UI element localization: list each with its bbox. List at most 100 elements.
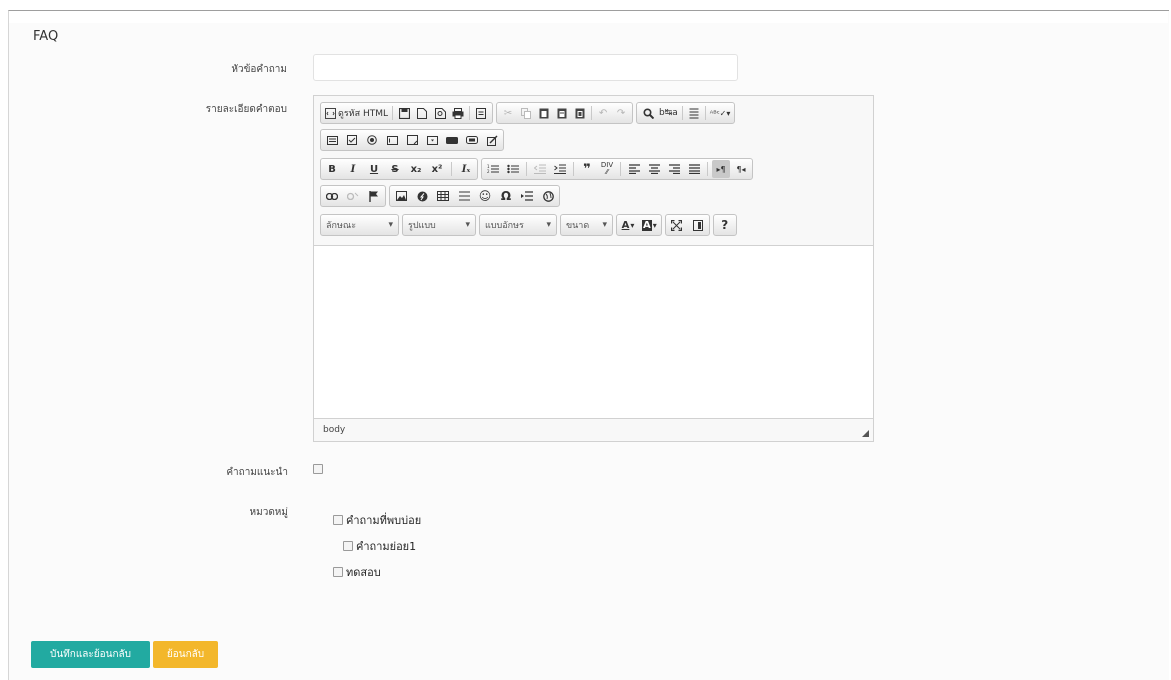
horizontal-rule-icon <box>458 191 470 201</box>
about-button[interactable]: ? <box>716 216 734 234</box>
checkbox-button[interactable] <box>343 131 361 149</box>
ltr-icon: ▸¶ <box>716 164 726 174</box>
numbered-list-button[interactable]: 12 <box>484 160 502 178</box>
styles-combo[interactable]: ลักษณะ ▾ <box>320 214 399 236</box>
floppy-icon <box>398 107 410 119</box>
link-button[interactable] <box>323 187 341 205</box>
copy-button[interactable] <box>517 104 535 122</box>
flash-button[interactable] <box>413 187 431 205</box>
italic-button[interactable]: I <box>344 160 362 178</box>
preview-button[interactable] <box>431 104 449 122</box>
button-button[interactable] <box>443 131 461 149</box>
maximize-icon <box>671 219 683 231</box>
spellcheck-button[interactable]: ᴬᴮᶜ✓▾ <box>708 104 733 122</box>
globe-icon <box>542 190 554 202</box>
format-combo[interactable]: รูปแบบ ▾ <box>402 214 476 236</box>
text-color-button[interactable]: A ▾ <box>619 216 637 234</box>
print-button[interactable] <box>449 104 467 122</box>
category-checkbox[interactable] <box>343 541 353 551</box>
blockquote-button[interactable]: ❞ <box>578 160 596 178</box>
align-center-button[interactable] <box>645 160 663 178</box>
separator <box>469 106 471 120</box>
separator <box>620 162 621 176</box>
find-button[interactable] <box>639 104 657 122</box>
outdent-button[interactable] <box>531 160 549 178</box>
justify-button[interactable] <box>685 160 703 178</box>
rtl-button[interactable]: ¶◂ <box>732 160 750 178</box>
paste-word-button[interactable] <box>571 104 589 122</box>
page-break-icon <box>521 191 533 201</box>
separator <box>392 106 394 120</box>
replace-button[interactable]: b↹a <box>657 104 680 122</box>
select-all-button[interactable] <box>685 104 703 122</box>
templates-button[interactable] <box>472 104 490 122</box>
iframe-button[interactable] <box>539 187 557 205</box>
redo-button[interactable]: ↷ <box>612 104 630 122</box>
horizontal-rule-button[interactable] <box>455 187 473 205</box>
bold-button[interactable]: B <box>323 160 341 178</box>
paste-button[interactable] <box>535 104 553 122</box>
bulleted-list-button[interactable] <box>504 160 522 178</box>
save-and-back-button[interactable]: บันทึกและย้อนกลับ <box>31 641 150 668</box>
back-button[interactable]: ย้อนกลับ <box>153 641 218 668</box>
toolbar-row-4: ☺ Ω <box>320 185 560 207</box>
table-icon <box>437 191 449 201</box>
ltr-button[interactable]: ▸¶ <box>712 160 730 178</box>
align-right-button[interactable] <box>665 160 683 178</box>
checkbox-icon <box>347 135 357 145</box>
resize-handle[interactable] <box>862 430 869 437</box>
strike-button[interactable]: S <box>386 160 404 178</box>
recommended-checkbox[interactable] <box>313 464 323 474</box>
form-icon <box>326 135 338 145</box>
toolbar-group-tools <box>664 214 710 236</box>
templates-icon <box>476 107 487 119</box>
textarea-button[interactable] <box>403 131 421 149</box>
toolbar-group-about: ? <box>712 214 737 236</box>
anchor-button[interactable] <box>365 187 383 205</box>
editor-content-area[interactable] <box>314 245 873 419</box>
cut-button[interactable]: ✂ <box>499 104 517 122</box>
remove-format-button[interactable]: Iₓ <box>457 160 475 178</box>
smiley-button[interactable]: ☺ <box>476 187 494 205</box>
paste-word-icon <box>575 108 585 119</box>
align-left-button[interactable] <box>625 160 643 178</box>
rich-text-editor: ดูรหัส HTML ✂ ↶ ↷ b↹a ᴬᴮᶜ✓▾ B I U S x₂ x… <box>313 95 874 442</box>
form-button[interactable] <box>323 131 341 149</box>
imagebutton-button[interactable] <box>463 131 481 149</box>
select-button[interactable] <box>423 131 441 149</box>
save-icon-button[interactable] <box>395 104 413 122</box>
image-button[interactable] <box>392 187 410 205</box>
indent-button[interactable] <box>551 160 569 178</box>
undo-button[interactable]: ↶ <box>594 104 612 122</box>
category-checkbox[interactable] <box>333 515 343 525</box>
textarea-icon <box>406 135 418 145</box>
special-char-button[interactable]: Ω <box>497 187 515 205</box>
size-combo[interactable]: ขนาด ▾ <box>560 214 613 236</box>
subscript-button[interactable]: x₂ <box>407 160 425 178</box>
maximize-button[interactable] <box>668 216 686 234</box>
paste-text-button[interactable] <box>553 104 571 122</box>
new-page-button[interactable] <box>413 104 431 122</box>
bg-color-button[interactable]: A ▾ <box>640 216 659 234</box>
bg-color-label: A <box>642 219 652 231</box>
textfield-button[interactable] <box>383 131 401 149</box>
pagebreak-button[interactable] <box>518 187 536 205</box>
creatediv-button[interactable]: DIV ⁄⁄ <box>598 160 616 178</box>
source-button[interactable]: ดูรหัส HTML <box>323 104 390 122</box>
textfield-icon <box>386 135 398 145</box>
element-path[interactable]: body <box>323 425 345 435</box>
button-icon <box>446 136 458 144</box>
search-icon <box>643 107 654 119</box>
category-item-label: คำถามย่อย1 <box>356 540 417 553</box>
radio-button[interactable] <box>363 131 381 149</box>
question-input[interactable] <box>313 54 738 81</box>
font-combo[interactable]: แบบอักษร ▾ <box>479 214 557 236</box>
show-blocks-button[interactable] <box>689 216 707 234</box>
unlink-button[interactable] <box>344 187 362 205</box>
table-button[interactable] <box>434 187 452 205</box>
underline-button[interactable]: U <box>365 160 383 178</box>
category-checkbox[interactable] <box>333 567 343 577</box>
hiddenfield-button[interactable] <box>483 131 501 149</box>
superscript-button[interactable]: x² <box>428 160 446 178</box>
align-right-icon <box>668 164 680 174</box>
